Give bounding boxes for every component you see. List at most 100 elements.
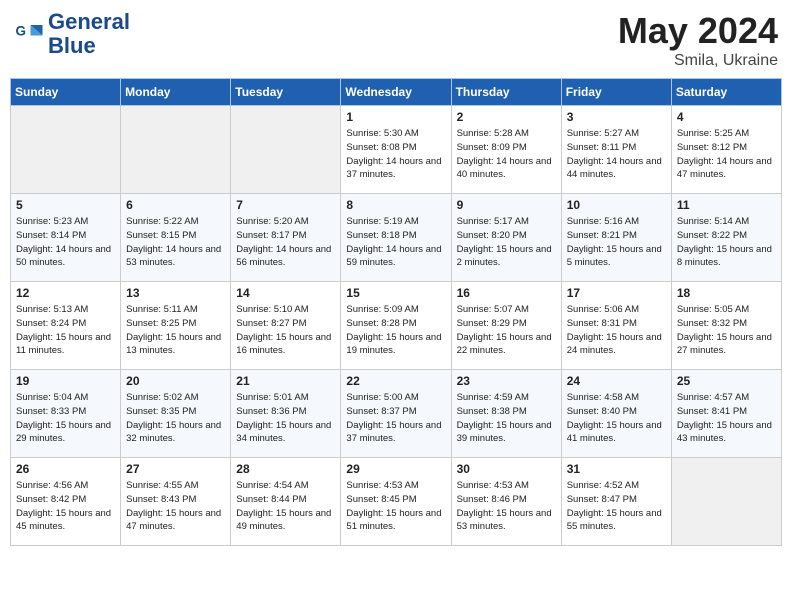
calendar-cell: 17 Sunrise: 5:06 AMSunset: 8:31 PMDayligh… (561, 282, 671, 370)
calendar-cell: 28 Sunrise: 4:54 AMSunset: 8:44 PMDayligh… (231, 458, 341, 546)
day-number: 29 (346, 462, 445, 476)
title-month: May 2024 (618, 10, 778, 52)
day-info: Sunrise: 5:20 AMSunset: 8:17 PMDaylight:… (236, 215, 335, 270)
calendar-cell: 13 Sunrise: 5:11 AMSunset: 8:25 PMDayligh… (121, 282, 231, 370)
calendar-cell: 11Sunrise: 5:14 AMSunset: 8:22 PMDayligh… (671, 194, 781, 282)
day-info: Sunrise: 4:58 AMSunset: 8:40 PMDaylight:… (567, 391, 666, 446)
day-number: 3 (567, 110, 666, 124)
day-info: Sunrise: 5:00 AMSunset: 8:37 PMDaylight:… (346, 391, 445, 446)
day-info: Sunrise: 5:14 AMSunset: 8:22 PMDaylight:… (677, 215, 776, 270)
day-number: 2 (457, 110, 556, 124)
day-number: 12 (16, 286, 115, 300)
calendar-cell: 30 Sunrise: 4:53 AMSunset: 8:46 PMDayligh… (451, 458, 561, 546)
day-number: 13 (126, 286, 225, 300)
day-info: Sunrise: 4:52 AMSunset: 8:47 PMDaylight:… (567, 479, 666, 534)
day-info: Sunrise: 5:23 AMSunset: 8:14 PMDaylight:… (16, 215, 115, 270)
day-number: 25 (677, 374, 776, 388)
header-friday: Friday (561, 79, 671, 106)
week-row-1: 1Sunrise: 5:30 AMSunset: 8:08 PMDaylight… (11, 106, 782, 194)
page-header: G General Blue May 2024 Smila, Ukraine (10, 10, 782, 70)
calendar-cell: 20 Sunrise: 5:02 AMSunset: 8:35 PMDayligh… (121, 370, 231, 458)
day-number: 9 (457, 198, 556, 212)
day-number: 8 (346, 198, 445, 212)
day-info: Sunrise: 5:16 AMSunset: 8:21 PMDaylight:… (567, 215, 666, 270)
day-number: 5 (16, 198, 115, 212)
day-info: Sunrise: 5:28 AMSunset: 8:09 PMDaylight:… (457, 127, 556, 182)
calendar-cell: 12 Sunrise: 5:13 AMSunset: 8:24 PMDayligh… (11, 282, 121, 370)
day-number: 28 (236, 462, 335, 476)
calendar-cell: 3Sunrise: 5:27 AMSunset: 8:11 PMDaylight… (561, 106, 671, 194)
day-info: Sunrise: 5:07 AMSunset: 8:29 PMDaylight:… (457, 303, 556, 358)
day-number: 10 (567, 198, 666, 212)
day-number: 14 (236, 286, 335, 300)
day-number: 18 (677, 286, 776, 300)
day-number: 7 (236, 198, 335, 212)
calendar-cell: 5 Sunrise: 5:23 AMSunset: 8:14 PMDaylight… (11, 194, 121, 282)
day-info: Sunrise: 5:17 AMSunset: 8:20 PMDaylight:… (457, 215, 556, 270)
calendar-cell: 2 Sunrise: 5:28 AMSunset: 8:09 PMDaylight… (451, 106, 561, 194)
day-info: Sunrise: 4:57 AMSunset: 8:41 PMDaylight:… (677, 391, 776, 446)
calendar-cell (121, 106, 231, 194)
week-row-5: 26 Sunrise: 4:56 AMSunset: 8:42 PMDayligh… (11, 458, 782, 546)
calendar-cell: 10 Sunrise: 5:16 AMSunset: 8:21 PMDayligh… (561, 194, 671, 282)
calendar-cell: 27 Sunrise: 4:55 AMSunset: 8:43 PMDayligh… (121, 458, 231, 546)
day-info: Sunrise: 5:05 AMSunset: 8:32 PMDaylight:… (677, 303, 776, 358)
day-number: 21 (236, 374, 335, 388)
logo-text: General Blue (48, 10, 130, 58)
day-info: Sunrise: 5:25 AMSunset: 8:12 PMDaylight:… (677, 127, 776, 182)
calendar-cell: 21Sunrise: 5:01 AMSunset: 8:36 PMDayligh… (231, 370, 341, 458)
header-wednesday: Wednesday (341, 79, 451, 106)
day-info: Sunrise: 5:06 AMSunset: 8:31 PMDaylight:… (567, 303, 666, 358)
day-number: 27 (126, 462, 225, 476)
day-number: 22 (346, 374, 445, 388)
day-number: 4 (677, 110, 776, 124)
day-info: Sunrise: 4:53 AMSunset: 8:46 PMDaylight:… (457, 479, 556, 534)
calendar-cell: 19Sunrise: 5:04 AMSunset: 8:33 PMDayligh… (11, 370, 121, 458)
calendar-cell: 14 Sunrise: 5:10 AMSunset: 8:27 PMDayligh… (231, 282, 341, 370)
logo-line2: Blue (48, 33, 96, 58)
day-info: Sunrise: 5:22 AMSunset: 8:15 PMDaylight:… (126, 215, 225, 270)
calendar-cell: 24Sunrise: 4:58 AMSunset: 8:40 PMDayligh… (561, 370, 671, 458)
day-info: Sunrise: 4:53 AMSunset: 8:45 PMDaylight:… (346, 479, 445, 534)
day-info: Sunrise: 4:56 AMSunset: 8:42 PMDaylight:… (16, 479, 115, 534)
calendar-cell: 1Sunrise: 5:30 AMSunset: 8:08 PMDaylight… (341, 106, 451, 194)
svg-text:G: G (16, 24, 27, 39)
day-info: Sunrise: 5:19 AMSunset: 8:18 PMDaylight:… (346, 215, 445, 270)
day-number: 6 (126, 198, 225, 212)
header-tuesday: Tuesday (231, 79, 341, 106)
calendar-cell: 26 Sunrise: 4:56 AMSunset: 8:42 PMDayligh… (11, 458, 121, 546)
header-thursday: Thursday (451, 79, 561, 106)
day-number: 30 (457, 462, 556, 476)
calendar-cell: 7 Sunrise: 5:20 AMSunset: 8:17 PMDaylight… (231, 194, 341, 282)
logo: G General Blue (14, 10, 130, 58)
day-number: 15 (346, 286, 445, 300)
day-info: Sunrise: 5:09 AMSunset: 8:28 PMDaylight:… (346, 303, 445, 358)
calendar-cell: 16 Sunrise: 5:07 AMSunset: 8:29 PMDayligh… (451, 282, 561, 370)
logo-icon: G (14, 19, 44, 49)
day-number: 17 (567, 286, 666, 300)
day-number: 16 (457, 286, 556, 300)
day-info: Sunrise: 4:59 AMSunset: 8:38 PMDaylight:… (457, 391, 556, 446)
day-info: Sunrise: 4:54 AMSunset: 8:44 PMDaylight:… (236, 479, 335, 534)
calendar-cell: 6 Sunrise: 5:22 AMSunset: 8:15 PMDaylight… (121, 194, 231, 282)
calendar-cell: 23Sunrise: 4:59 AMSunset: 8:38 PMDayligh… (451, 370, 561, 458)
day-info: Sunrise: 5:02 AMSunset: 8:35 PMDaylight:… (126, 391, 225, 446)
calendar-cell: 8 Sunrise: 5:19 AMSunset: 8:18 PMDaylight… (341, 194, 451, 282)
header-saturday: Saturday (671, 79, 781, 106)
header-sunday: Sunday (11, 79, 121, 106)
calendar-cell (671, 458, 781, 546)
calendar-cell: 15 Sunrise: 5:09 AMSunset: 8:28 PMDayligh… (341, 282, 451, 370)
day-number: 26 (16, 462, 115, 476)
week-row-4: 19Sunrise: 5:04 AMSunset: 8:33 PMDayligh… (11, 370, 782, 458)
header-monday: Monday (121, 79, 231, 106)
day-number: 20 (126, 374, 225, 388)
day-info: Sunrise: 5:11 AMSunset: 8:25 PMDaylight:… (126, 303, 225, 358)
day-info: Sunrise: 5:04 AMSunset: 8:33 PMDaylight:… (16, 391, 115, 446)
title-location: Smila, Ukraine (618, 52, 778, 70)
day-number: 31 (567, 462, 666, 476)
day-number: 1 (346, 110, 445, 124)
day-info: Sunrise: 5:13 AMSunset: 8:24 PMDaylight:… (16, 303, 115, 358)
day-info: Sunrise: 4:55 AMSunset: 8:43 PMDaylight:… (126, 479, 225, 534)
week-row-3: 12 Sunrise: 5:13 AMSunset: 8:24 PMDayligh… (11, 282, 782, 370)
day-info: Sunrise: 5:10 AMSunset: 8:27 PMDaylight:… (236, 303, 335, 358)
